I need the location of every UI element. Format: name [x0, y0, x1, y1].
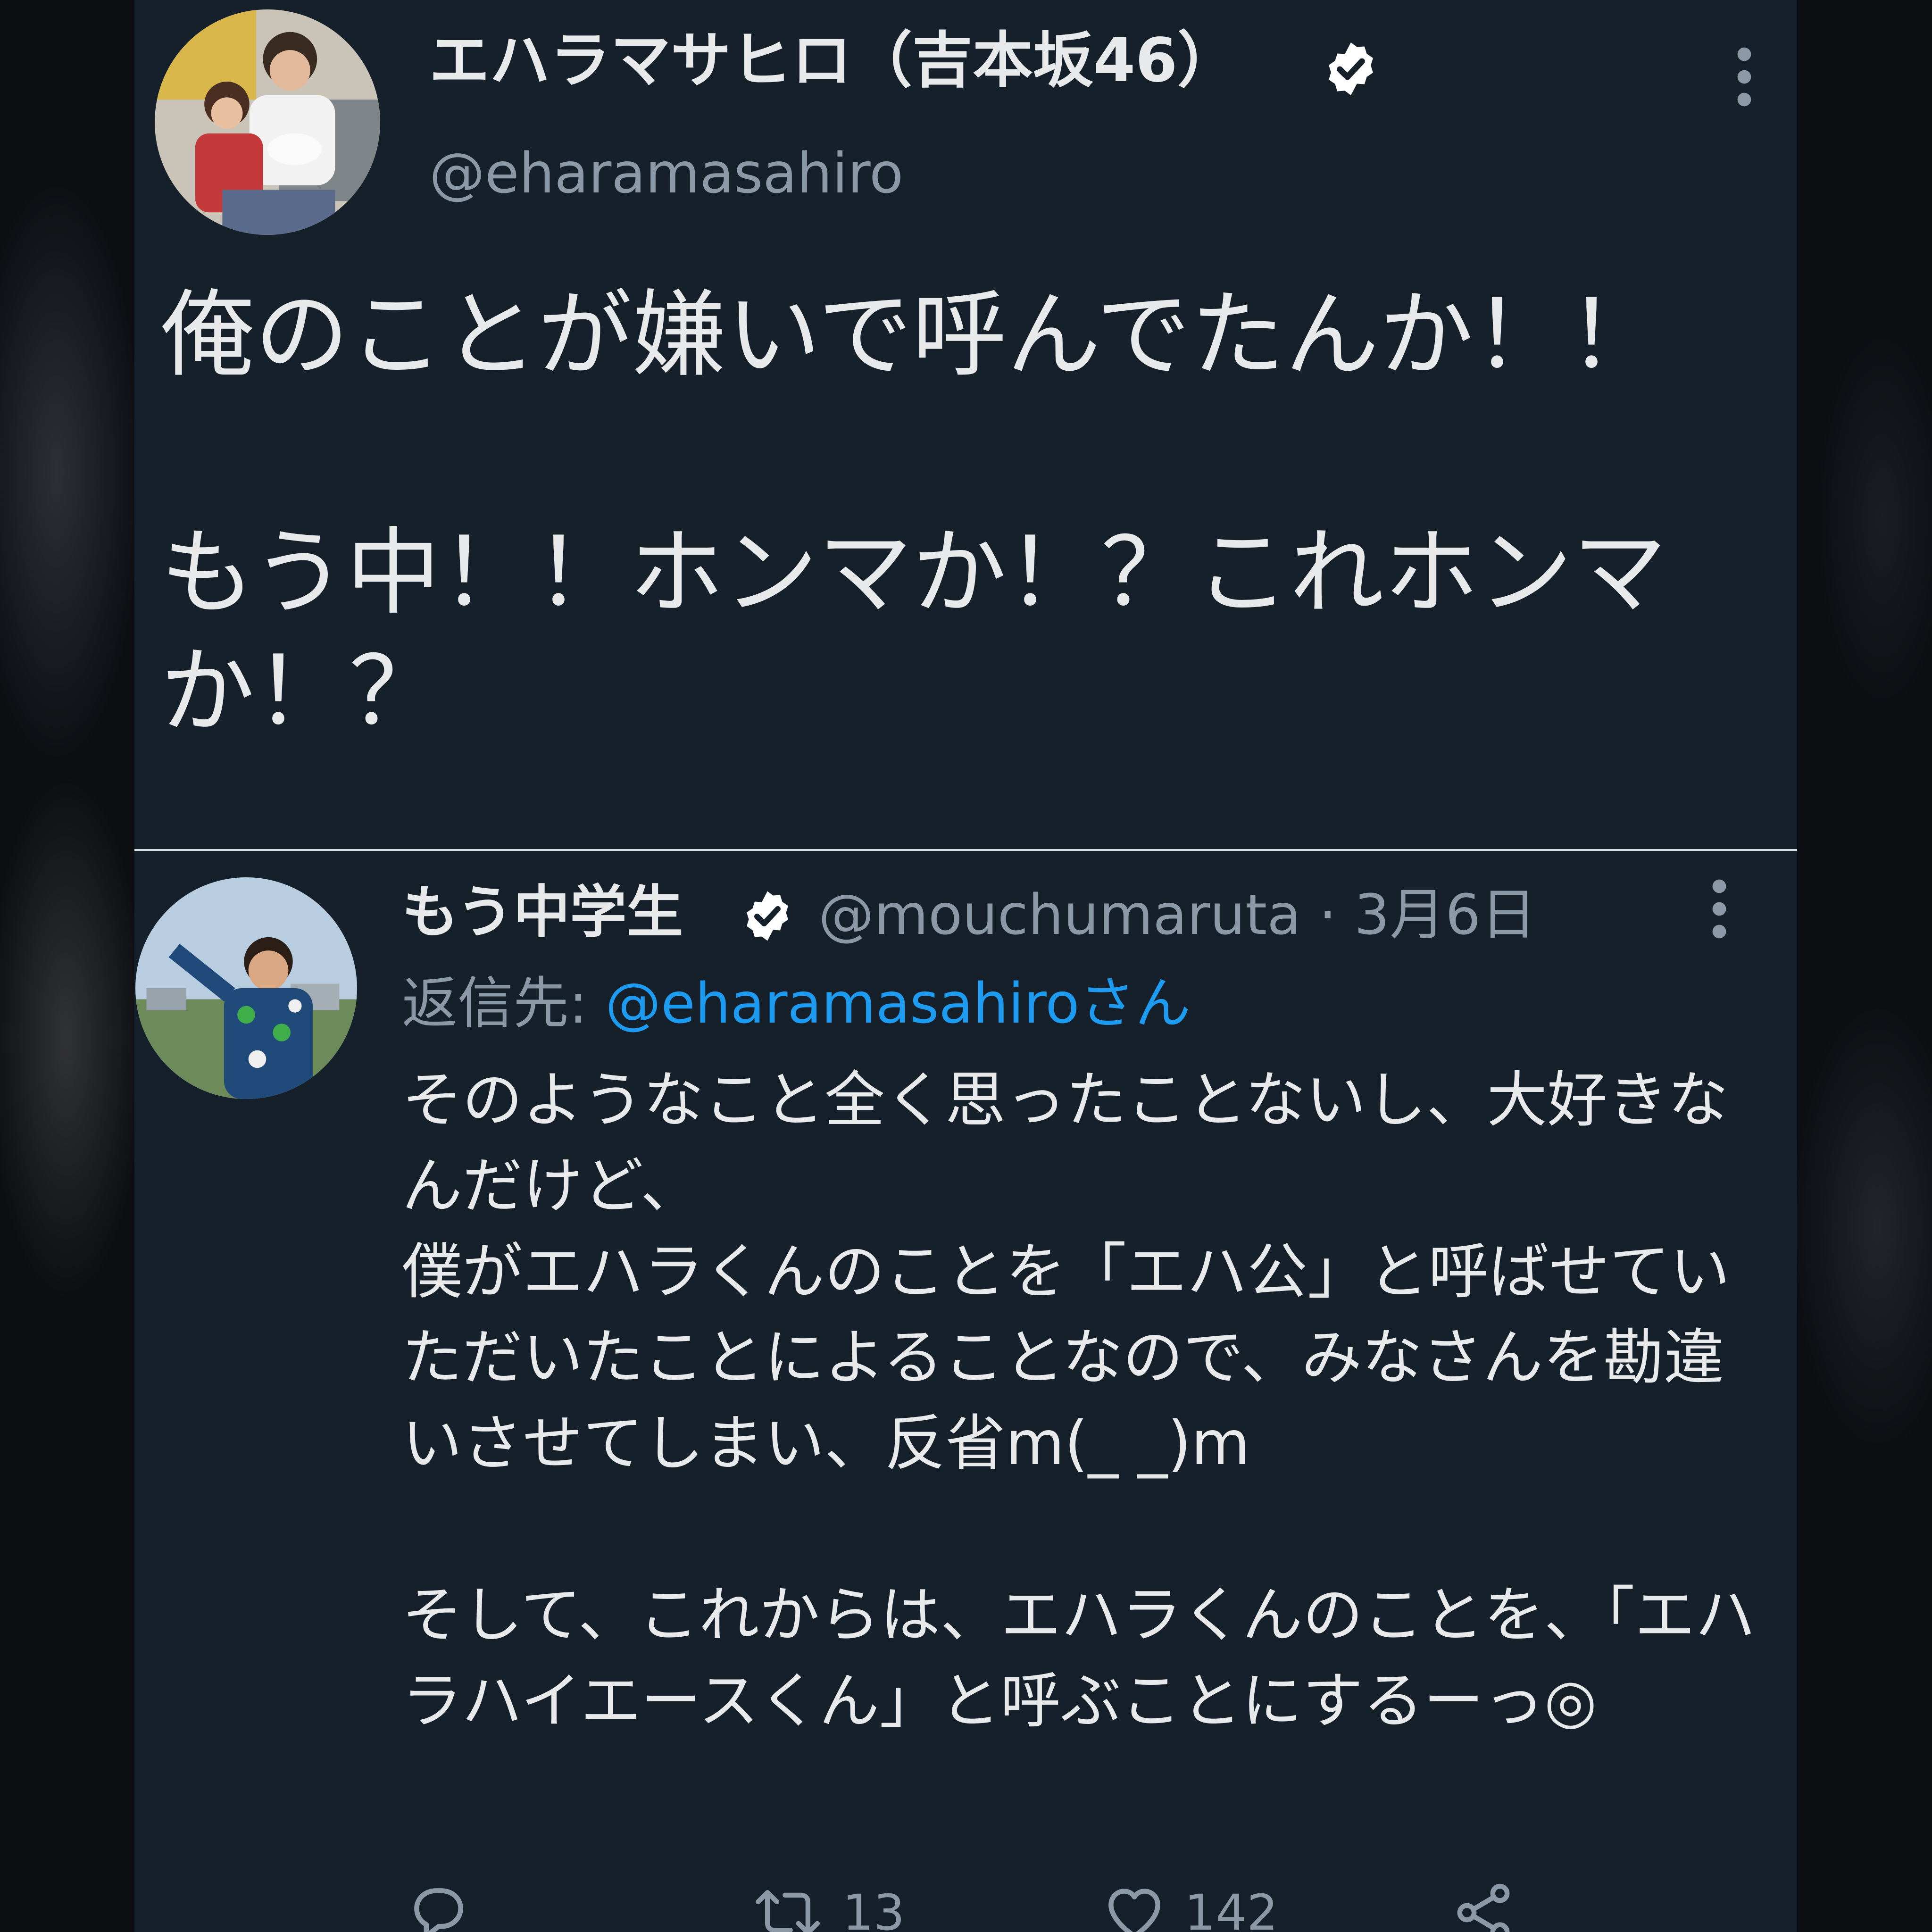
main-tweet-display-name[interactable]: エハラマサヒロ（吉本坂46）	[429, 31, 1238, 91]
avatar-photo-family-icon	[155, 9, 380, 235]
reply-tweet-text: そのようなこと全く思ったことないし、大好きなんだけど、 僕がエハラくんのことを「…	[402, 1065, 1756, 1736]
share-icon	[1457, 1883, 1510, 1932]
reply-tweet-handle-date[interactable]: @mouchumaruta · 3月6日	[818, 887, 1536, 942]
retweet-count: 13	[842, 1884, 905, 1932]
reply-to-label: 返信先:	[402, 971, 606, 1036]
verified-badge-icon	[747, 891, 788, 941]
reply-action-bar: 13 142	[134, 1880, 1797, 1932]
screenshot-stage: エハラマサヒロ（吉本坂46） @eharamasahiro 俺のことが嫌いで呼ん…	[0, 0, 1932, 1932]
reply-to-line: 返信先: @eharamasahiroさん	[402, 975, 1191, 1031]
reply-to-mention-link[interactable]: @eharamasahiroさん	[605, 971, 1191, 1036]
like-button[interactable]: 142	[1101, 1880, 1278, 1932]
tweet-divider	[134, 849, 1797, 851]
retweet-button[interactable]: 13	[750, 1880, 905, 1932]
main-tweet-avatar[interactable]	[155, 9, 380, 235]
more-options-icon[interactable]	[1735, 46, 1754, 108]
reply-tweet-avatar[interactable]	[135, 877, 357, 1099]
verified-badge-icon	[1329, 42, 1373, 95]
reply-button[interactable]	[406, 1880, 489, 1932]
reply-bubble-icon	[414, 1888, 463, 1932]
heart-icon	[1108, 1889, 1160, 1932]
more-options-icon[interactable]	[1710, 878, 1729, 940]
share-button[interactable]	[1450, 1880, 1516, 1932]
avatar-photo-person-icon	[135, 877, 357, 1099]
main-tweet-text: 俺のことが嫌いで呼んでたんか！！ もう中！！ホンマか！？これホンマか！？	[160, 280, 1667, 747]
reply-tweet-display-name[interactable]: もう中学生	[402, 884, 683, 941]
like-count: 142	[1184, 1884, 1278, 1932]
retweet-icon	[756, 1890, 820, 1932]
tweet-thread-panel: エハラマサヒロ（吉本坂46） @eharamasahiro 俺のことが嫌いで呼ん…	[134, 0, 1797, 1932]
main-tweet-handle[interactable]: @eharamasahiro	[429, 145, 903, 201]
